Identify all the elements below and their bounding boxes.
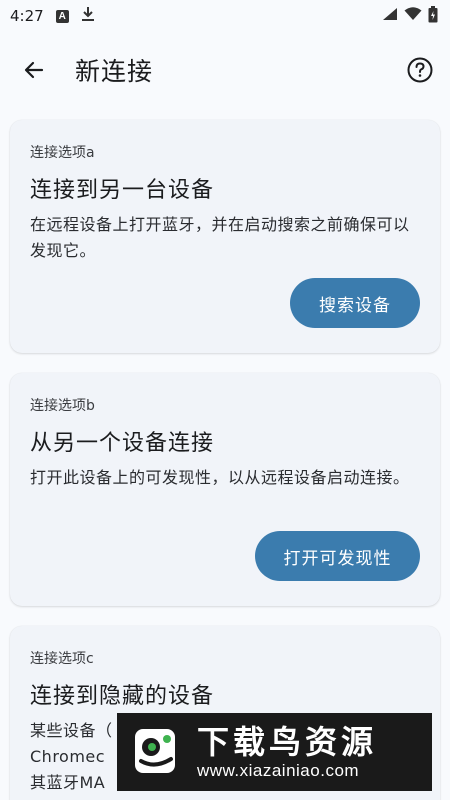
download-icon <box>81 6 95 26</box>
arrow-back-icon <box>24 61 44 79</box>
watermark-text: 下载鸟资源 www.xiazainiao.com <box>197 723 377 781</box>
status-bar: 4:27 A <box>0 0 450 32</box>
page-title: 新连接 <box>75 57 154 86</box>
card-description: 在远程设备上打开蓝牙，并在启动搜索之前确保可以发现它。 <box>30 215 410 260</box>
status-right <box>382 5 438 27</box>
watermark-title: 下载鸟资源 <box>197 723 378 761</box>
status-time: 4:27 <box>10 7 44 25</box>
card-title: 连接到隐藏的设备 <box>30 684 215 709</box>
help-icon <box>407 57 433 83</box>
bird-logo-icon <box>127 723 185 781</box>
battery-icon <box>428 5 438 27</box>
wifi-icon <box>404 7 422 25</box>
card-label: 连接选项a <box>30 145 95 161</box>
watermark-url: www.xiazainiao.com <box>197 761 360 780</box>
status-left: 4:27 A <box>10 6 95 26</box>
notification-a-icon: A <box>55 9 69 23</box>
card-description: 打开此设备上的可发现性，以从远程设备启动连接。 <box>30 468 410 487</box>
watermark-banner: 下载鸟资源 www.xiazainiao.com <box>117 713 432 791</box>
back-button[interactable] <box>18 54 50 86</box>
signal-icon <box>382 7 398 25</box>
card-label: 连接选项b <box>30 398 95 414</box>
search-devices-button[interactable]: 搜索设备 <box>290 278 420 328</box>
card-label: 连接选项c <box>30 651 94 667</box>
top-app-bar: 新连接 <box>0 32 450 108</box>
turn-on-discoverability-button[interactable]: 打开可发现性 <box>255 531 420 581</box>
card-title: 从另一个设备连接 <box>30 431 215 456</box>
connection-option-a-card: 连接选项a 连接到另一台设备 在远程设备上打开蓝牙，并在启动搜索之前确保可以发现… <box>10 120 440 353</box>
card-title: 连接到另一台设备 <box>30 178 215 203</box>
help-button[interactable] <box>406 56 434 84</box>
connection-option-b-card: 连接选项b 从另一个设备连接 打开此设备上的可发现性，以从远程设备启动连接。 打… <box>10 373 440 606</box>
